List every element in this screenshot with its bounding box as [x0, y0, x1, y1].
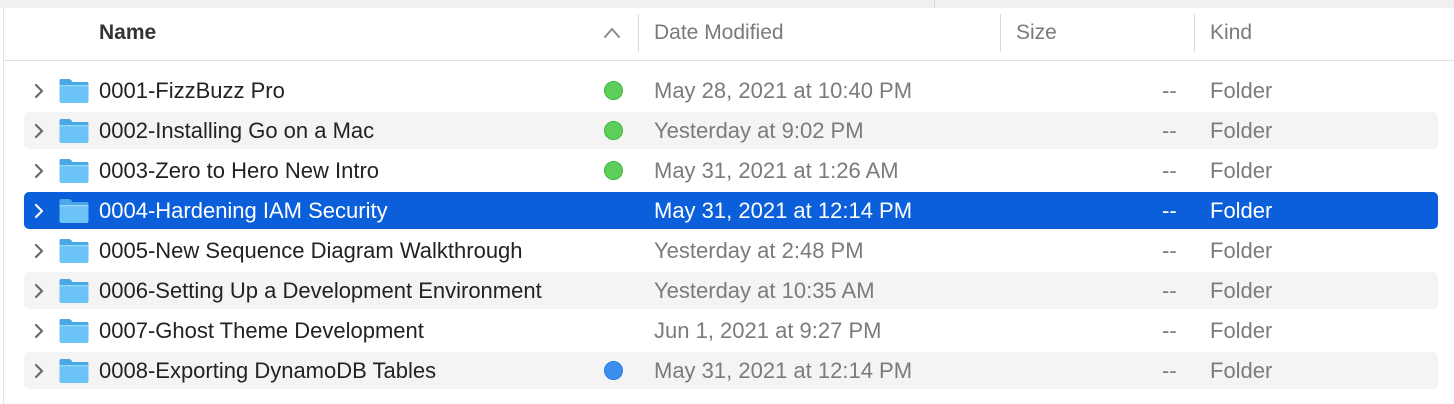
disclosure-chevron-icon[interactable] — [32, 362, 46, 380]
disclosure-chevron-icon[interactable] — [32, 242, 46, 260]
file-row[interactable]: 0003-Zero to Hero New Intro May 31, 2021 … — [24, 152, 1438, 189]
file-kind: Folder — [1210, 358, 1273, 383]
disclosure-chevron-icon[interactable] — [32, 322, 46, 340]
file-row[interactable]: 0002-Installing Go on a Mac Yesterday at … — [24, 112, 1438, 149]
disclosure-chevron-icon[interactable] — [32, 82, 46, 100]
file-row[interactable]: 0005-New Sequence Diagram Walkthrough Yes… — [24, 232, 1438, 269]
folder-icon — [59, 159, 89, 183]
folder-icon — [59, 319, 89, 343]
folder-icon — [59, 199, 89, 223]
file-name: 0005-New Sequence Diagram Walkthrough — [99, 238, 523, 263]
file-name: 0006-Setting Up a Development Environmen… — [99, 278, 542, 303]
column-divider[interactable] — [638, 14, 639, 52]
sort-ascending-icon[interactable] — [602, 25, 622, 41]
disclosure-chevron-icon[interactable] — [32, 122, 46, 140]
column-header-size[interactable]: Size — [1016, 8, 1057, 60]
file-size: -- — [1162, 238, 1177, 263]
file-kind: Folder — [1210, 118, 1273, 143]
date-modified: Jun 1, 2021 at 9:27 PM — [654, 318, 882, 343]
date-modified: May 31, 2021 at 12:14 PM — [654, 358, 913, 383]
file-size: -- — [1162, 358, 1177, 383]
column-divider[interactable] — [1000, 14, 1001, 52]
date-modified: Yesterday at 2:48 PM — [654, 238, 864, 263]
disclosure-chevron-icon[interactable] — [32, 162, 46, 180]
file-name: 0002-Installing Go on a Mac — [99, 118, 375, 143]
date-modified: May 31, 2021 at 12:14 PM — [654, 198, 913, 223]
toolbar-divider — [934, 0, 935, 8]
folder-icon — [59, 359, 89, 383]
folder-icon — [59, 79, 89, 103]
folder-icon — [59, 119, 89, 143]
window-edge — [3, 8, 4, 404]
file-size: -- — [1162, 278, 1177, 303]
color-tag-icon — [604, 121, 623, 140]
file-size: -- — [1162, 318, 1177, 343]
file-kind: Folder — [1210, 78, 1273, 103]
column-header-name[interactable]: Name — [99, 8, 156, 60]
file-size: -- — [1162, 118, 1177, 143]
column-header-date-modified[interactable]: Date Modified — [654, 8, 784, 60]
file-size: -- — [1162, 78, 1177, 103]
folder-icon — [59, 279, 89, 303]
column-header-bar: Name Date Modified Size Kind — [4, 8, 1454, 61]
file-name: 0001-FizzBuzz Pro — [99, 78, 285, 103]
disclosure-chevron-icon[interactable] — [32, 282, 46, 300]
column-divider[interactable] — [1194, 14, 1195, 52]
file-row[interactable]: 0004-Hardening IAM Security May 31, 2021 … — [24, 192, 1438, 229]
file-kind: Folder — [1210, 238, 1273, 263]
date-modified: May 28, 2021 at 10:40 PM — [654, 78, 913, 103]
file-size: -- — [1162, 198, 1177, 223]
file-row[interactable]: 0006-Setting Up a Development Environmen… — [24, 272, 1438, 309]
file-kind: Folder — [1210, 158, 1273, 183]
column-header-kind[interactable]: Kind — [1210, 8, 1252, 60]
file-name: 0003-Zero to Hero New Intro — [99, 158, 380, 183]
date-modified: May 31, 2021 at 1:26 AM — [654, 158, 899, 183]
folder-icon — [59, 239, 89, 263]
color-tag-icon — [604, 81, 623, 100]
color-tag-icon — [604, 161, 623, 180]
date-modified: Yesterday at 9:02 PM — [654, 118, 864, 143]
file-row[interactable]: 0001-FizzBuzz Pro May 28, 2021 at 10:40 P… — [24, 72, 1438, 109]
file-name: 0004-Hardening IAM Security — [99, 198, 388, 223]
color-tag-icon — [604, 361, 623, 380]
file-kind: Folder — [1210, 318, 1273, 343]
file-row[interactable]: 0008-Exporting DynamoDB Tables May 31, 20… — [24, 352, 1438, 389]
file-kind: Folder — [1210, 198, 1273, 223]
file-size: -- — [1162, 158, 1177, 183]
disclosure-chevron-icon[interactable] — [32, 202, 46, 220]
file-name: 0008-Exporting DynamoDB Tables — [99, 358, 437, 383]
file-kind: Folder — [1210, 278, 1273, 303]
file-row[interactable]: 0007-Ghost Theme Development Jun 1, 2021 … — [24, 312, 1438, 349]
toolbar-edge — [0, 0, 1454, 8]
date-modified: Yesterday at 10:35 AM — [654, 278, 875, 303]
file-name: 0007-Ghost Theme Development — [99, 318, 424, 343]
